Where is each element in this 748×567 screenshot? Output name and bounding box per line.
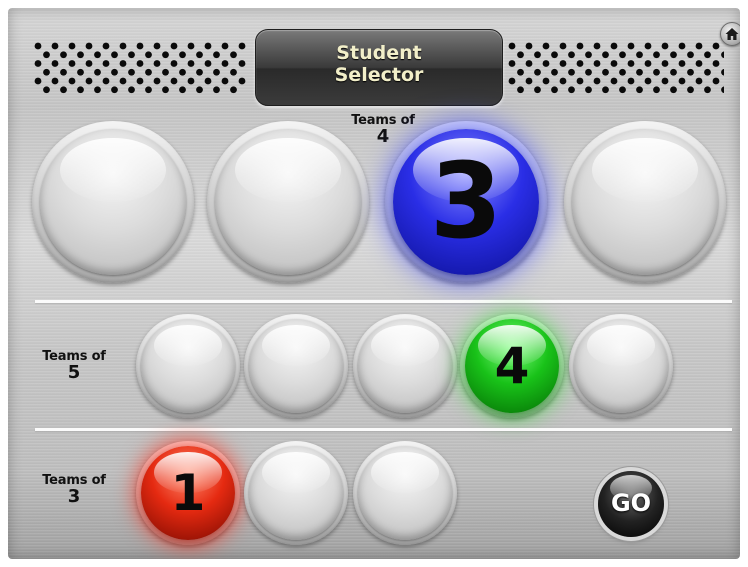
ball-shine <box>592 137 698 202</box>
ball-shine <box>371 324 439 366</box>
team-ball-5-1[interactable] <box>141 319 235 413</box>
ball-number: 1 <box>170 464 206 522</box>
teams-of-3-size: 3 <box>67 486 81 507</box>
row-divider <box>35 300 732 303</box>
team-ball-5-3[interactable] <box>358 319 452 413</box>
team-ball-4-1[interactable] <box>40 129 186 275</box>
team-ball-4-2[interactable] <box>215 129 361 275</box>
ball-number: 3 <box>429 140 503 262</box>
teams-of-5-label: Teams of 5 <box>34 350 114 382</box>
team-ball-4-4[interactable] <box>572 129 718 275</box>
team-ball-4-3-selected[interactable]: 3 <box>393 129 539 275</box>
app-title: Student Selector <box>334 42 424 86</box>
team-ball-3-3[interactable] <box>358 446 452 540</box>
home-icon <box>725 28 739 40</box>
home-button[interactable] <box>720 22 740 46</box>
ball-shine <box>371 451 439 493</box>
ball-shine <box>60 137 166 202</box>
ball-shine <box>235 137 341 202</box>
ball-number: 4 <box>494 337 530 395</box>
ball-shine <box>154 324 222 366</box>
ball-shine <box>262 451 330 493</box>
teams-of-3-label: Teams of 3 <box>34 474 114 506</box>
teams-of-5-size: 5 <box>67 362 81 383</box>
go-button-label: GO <box>610 489 652 517</box>
ball-shine <box>262 324 330 366</box>
row-divider <box>35 428 732 431</box>
team-ball-3-1-selected[interactable]: 1 <box>141 446 235 540</box>
student-selector-screen: Student Selector Teams of 4 3 Teams of 5… <box>8 8 740 559</box>
title-plate: Student Selector <box>255 29 503 106</box>
team-ball-5-2[interactable] <box>249 319 343 413</box>
go-button[interactable]: GO <box>598 471 664 537</box>
team-ball-3-2[interactable] <box>249 446 343 540</box>
ball-shine <box>587 324 655 366</box>
team-ball-5-4-selected[interactable]: 4 <box>465 319 559 413</box>
speaker-grille-left <box>34 42 246 94</box>
speaker-grille-right <box>508 42 724 94</box>
team-ball-5-5[interactable] <box>574 319 668 413</box>
